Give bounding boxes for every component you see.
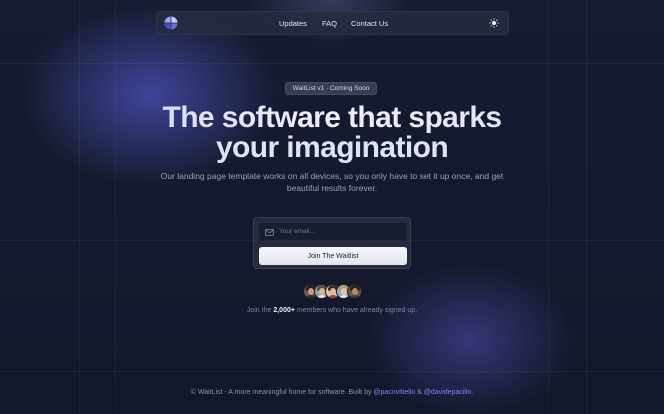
- nav-link-faq[interactable]: FAQ: [322, 19, 337, 28]
- grid-line: [0, 371, 664, 372]
- hero-subtitle-line-2: beautiful results forever.: [286, 183, 378, 193]
- social-proof-prefix: Join the: [246, 307, 272, 314]
- author-link-davidepacilio[interactable]: @davidepacilio: [424, 389, 472, 396]
- author-link-pacovitiello[interactable]: @pacovitiello: [373, 389, 415, 396]
- background: [0, 0, 664, 414]
- waitlist-form: Join The Waitlist: [253, 217, 411, 269]
- grid-line: [0, 63, 664, 64]
- nav-link-updates[interactable]: Updates: [279, 19, 307, 28]
- version-badge: WaitList v1 · Coming Soon: [285, 82, 377, 95]
- email-input[interactable]: [259, 223, 407, 240]
- footer: © WaitList - A more meaningful home for …: [0, 389, 664, 396]
- social-proof-suffix: members who have already signed up.: [296, 307, 418, 314]
- hero-title-line-1: The software that sparks: [0, 101, 664, 135]
- join-waitlist-button[interactable]: Join The Waitlist: [259, 247, 407, 265]
- hero-subtitle-line-1: Our landing page template works on all d…: [160, 171, 504, 181]
- pie-logo-icon[interactable]: [164, 16, 178, 30]
- hero-title-line-2: your imagination: [215, 131, 449, 164]
- member-count: 2,000+: [273, 307, 295, 314]
- mail-icon: [265, 229, 274, 236]
- footer-ampersand: &: [417, 389, 422, 396]
- avatar: [347, 284, 362, 299]
- sun-icon[interactable]: [489, 18, 499, 28]
- nav-link-contact[interactable]: Contact Us: [351, 19, 388, 28]
- footer-text: © WaitList - A more meaningful home for …: [190, 389, 372, 396]
- social-proof-text: Join the 2,000+ members who have already…: [0, 307, 664, 314]
- top-navbar: Updates FAQ Contact Us: [156, 11, 509, 35]
- footer-period: .: [471, 389, 474, 396]
